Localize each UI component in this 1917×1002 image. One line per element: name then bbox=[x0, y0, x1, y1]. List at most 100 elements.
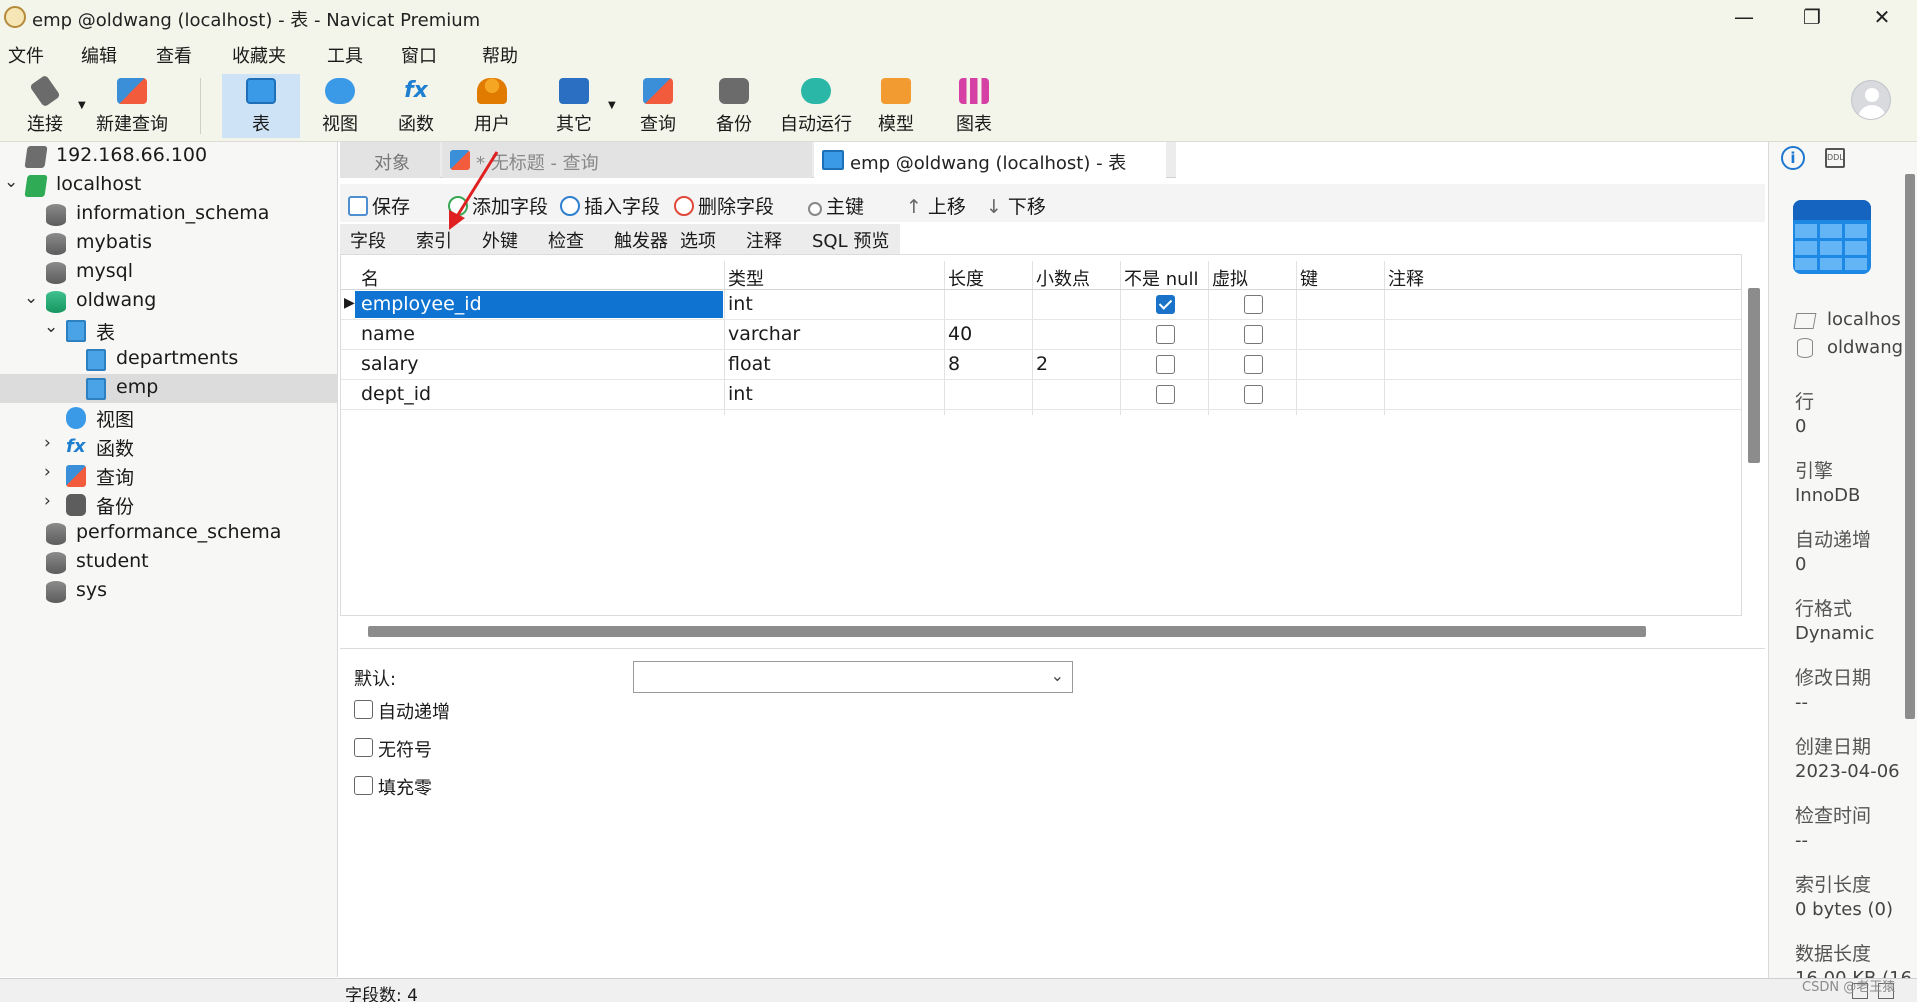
tree-item-departments[interactable]: departments bbox=[0, 345, 338, 374]
column-header-comment[interactable]: 注释 bbox=[1388, 265, 1424, 291]
chevron-down-icon[interactable]: ⌄ bbox=[44, 317, 58, 337]
avatar[interactable] bbox=[1851, 80, 1891, 120]
menu-window[interactable]: 窗口 bbox=[401, 42, 437, 68]
tab-untitled-query[interactable]: * 无标题 - 查询 bbox=[442, 142, 812, 178]
column-header-key[interactable]: 键 bbox=[1300, 265, 1318, 291]
connect-button[interactable]: 连接 bbox=[14, 74, 76, 138]
table-button[interactable]: 表 bbox=[222, 74, 300, 138]
grid-vertical-scrollbar[interactable] bbox=[1748, 288, 1760, 463]
new-query-button[interactable]: 新建查询 bbox=[90, 74, 174, 138]
table-row[interactable]: dept_id int bbox=[341, 380, 1741, 410]
chevron-down-icon[interactable]: ⌄ bbox=[4, 172, 18, 192]
other-dropdown-icon[interactable]: ▼ bbox=[608, 100, 616, 111]
field-decimals-cell[interactable]: 2 bbox=[1036, 353, 1048, 375]
menu-view[interactable]: 查看 bbox=[156, 42, 192, 68]
virtual-checkbox[interactable] bbox=[1244, 325, 1263, 344]
automation-button[interactable]: 自动运行 bbox=[776, 74, 856, 138]
column-header-type[interactable]: 类型 bbox=[728, 265, 764, 291]
not-null-checkbox[interactable] bbox=[1156, 355, 1175, 374]
tree-item-oldwang[interactable]: ⌄ oldwang bbox=[0, 287, 338, 316]
ddl-icon[interactable]: DDL bbox=[1825, 148, 1845, 168]
info-panel-scrollbar[interactable] bbox=[1905, 174, 1915, 719]
connect-dropdown-icon[interactable]: ▼ bbox=[78, 100, 86, 111]
tab-comments[interactable]: 注释 bbox=[746, 227, 782, 253]
table-row[interactable]: name varchar 40 bbox=[341, 320, 1741, 350]
menu-tools[interactable]: 工具 bbox=[327, 42, 363, 68]
column-header-name[interactable]: 名 bbox=[361, 265, 379, 291]
column-header-virtual[interactable]: 虚拟 bbox=[1212, 265, 1248, 291]
add-field-button[interactable]: 添加字段 bbox=[448, 192, 548, 219]
tree-item-192-168-66-100[interactable]: 192.168.66.100 bbox=[0, 142, 338, 171]
column-header-length[interactable]: 长度 bbox=[948, 265, 984, 291]
query-button[interactable]: 查询 bbox=[628, 74, 688, 138]
chevron-right-icon[interactable]: › bbox=[44, 491, 51, 511]
tab-checks[interactable]: 检查 bbox=[548, 227, 584, 253]
tree-item-tables[interactable]: ⌄ 表 bbox=[0, 316, 338, 345]
tree-item-localhost[interactable]: ⌄ localhost bbox=[0, 171, 338, 200]
primary-key-button[interactable]: 主键 bbox=[808, 192, 864, 219]
tab-triggers[interactable]: 触发器 bbox=[614, 227, 668, 253]
not-null-checkbox[interactable] bbox=[1156, 325, 1175, 344]
tree-item-queries[interactable]: › 查询 bbox=[0, 461, 338, 490]
unsigned-checkbox[interactable] bbox=[354, 738, 373, 757]
tree-item-backups[interactable]: › 备份 bbox=[0, 490, 338, 519]
tree-item-information-schema[interactable]: information_schema bbox=[0, 200, 338, 229]
tab-sql-preview[interactable]: SQL 预览 bbox=[812, 227, 889, 253]
table-row[interactable]: ▶ employee_id int bbox=[341, 290, 1741, 320]
field-type-cell[interactable]: float bbox=[728, 353, 771, 375]
close-button[interactable]: ✕ bbox=[1852, 2, 1912, 32]
not-null-checkbox[interactable] bbox=[1156, 385, 1175, 404]
insert-field-button[interactable]: 插入字段 bbox=[560, 192, 660, 219]
backup-button[interactable]: 备份 bbox=[704, 74, 764, 138]
move-up-button[interactable]: ↑ 上移 bbox=[906, 192, 966, 219]
field-name-cell[interactable]: salary bbox=[361, 353, 419, 375]
move-down-button[interactable]: ↓ 下移 bbox=[986, 192, 1046, 219]
menu-file[interactable]: 文件 bbox=[8, 42, 44, 68]
tree-item-emp[interactable]: emp bbox=[0, 374, 338, 403]
field-name-cell[interactable]: employee_id bbox=[361, 293, 482, 315]
tab-indexes[interactable]: 索引 bbox=[416, 227, 452, 253]
column-header-decimals[interactable]: 小数点 bbox=[1036, 265, 1090, 291]
virtual-checkbox[interactable] bbox=[1244, 295, 1263, 314]
function-button[interactable]: fx 函数 bbox=[386, 74, 446, 138]
auto-increment-checkbox[interactable] bbox=[354, 700, 373, 719]
tab-fields[interactable]: 字段 bbox=[350, 227, 386, 253]
other-button[interactable]: 其它 bbox=[544, 74, 604, 138]
field-type-cell[interactable]: int bbox=[728, 383, 753, 405]
delete-field-button[interactable]: 删除字段 bbox=[674, 192, 774, 219]
chevron-right-icon[interactable]: › bbox=[44, 433, 51, 453]
tree-item-mybatis[interactable]: mybatis bbox=[0, 229, 338, 258]
tree-item-functions[interactable]: › fx 函数 bbox=[0, 432, 338, 461]
chevron-down-icon[interactable]: ⌄ bbox=[24, 288, 38, 308]
menu-help[interactable]: 帮助 bbox=[482, 42, 518, 68]
default-value-select[interactable]: ⌄ bbox=[633, 661, 1073, 693]
chevron-right-icon[interactable]: › bbox=[44, 462, 51, 482]
tree-item-mysql[interactable]: mysql bbox=[0, 258, 338, 287]
grid-horizontal-scrollbar[interactable] bbox=[368, 626, 1646, 637]
tree-item-performance-schema[interactable]: performance_schema bbox=[0, 519, 338, 548]
tab-options[interactable]: 选项 bbox=[680, 227, 716, 253]
table-row[interactable]: salary float 8 2 bbox=[341, 350, 1741, 380]
not-null-checkbox[interactable] bbox=[1156, 295, 1175, 314]
field-name-cell[interactable]: name bbox=[361, 323, 415, 345]
tab-objects[interactable]: 对象 bbox=[340, 142, 440, 178]
zerofill-checkbox[interactable] bbox=[354, 776, 373, 795]
tree-item-student[interactable]: student bbox=[0, 548, 338, 577]
field-name-cell[interactable]: dept_id bbox=[361, 383, 431, 405]
field-type-cell[interactable]: int bbox=[728, 293, 753, 315]
model-button[interactable]: 模型 bbox=[866, 74, 926, 138]
minimize-button[interactable]: — bbox=[1714, 2, 1774, 32]
save-button[interactable]: 保存 bbox=[348, 192, 410, 219]
menu-favorites[interactable]: 收藏夹 bbox=[232, 42, 286, 68]
maximize-button[interactable]: ❐ bbox=[1782, 2, 1842, 32]
virtual-checkbox[interactable] bbox=[1244, 355, 1263, 374]
user-button[interactable]: 用户 bbox=[462, 74, 522, 138]
menu-edit[interactable]: 编辑 bbox=[81, 42, 117, 68]
virtual-checkbox[interactable] bbox=[1244, 385, 1263, 404]
field-length-cell[interactable]: 40 bbox=[948, 323, 972, 345]
info-icon[interactable]: i bbox=[1781, 146, 1805, 170]
field-type-cell[interactable]: varchar bbox=[728, 323, 800, 345]
tree-item-sys[interactable]: sys bbox=[0, 577, 338, 606]
view-button[interactable]: 视图 bbox=[310, 74, 370, 138]
tab-foreign-keys[interactable]: 外键 bbox=[482, 227, 518, 253]
